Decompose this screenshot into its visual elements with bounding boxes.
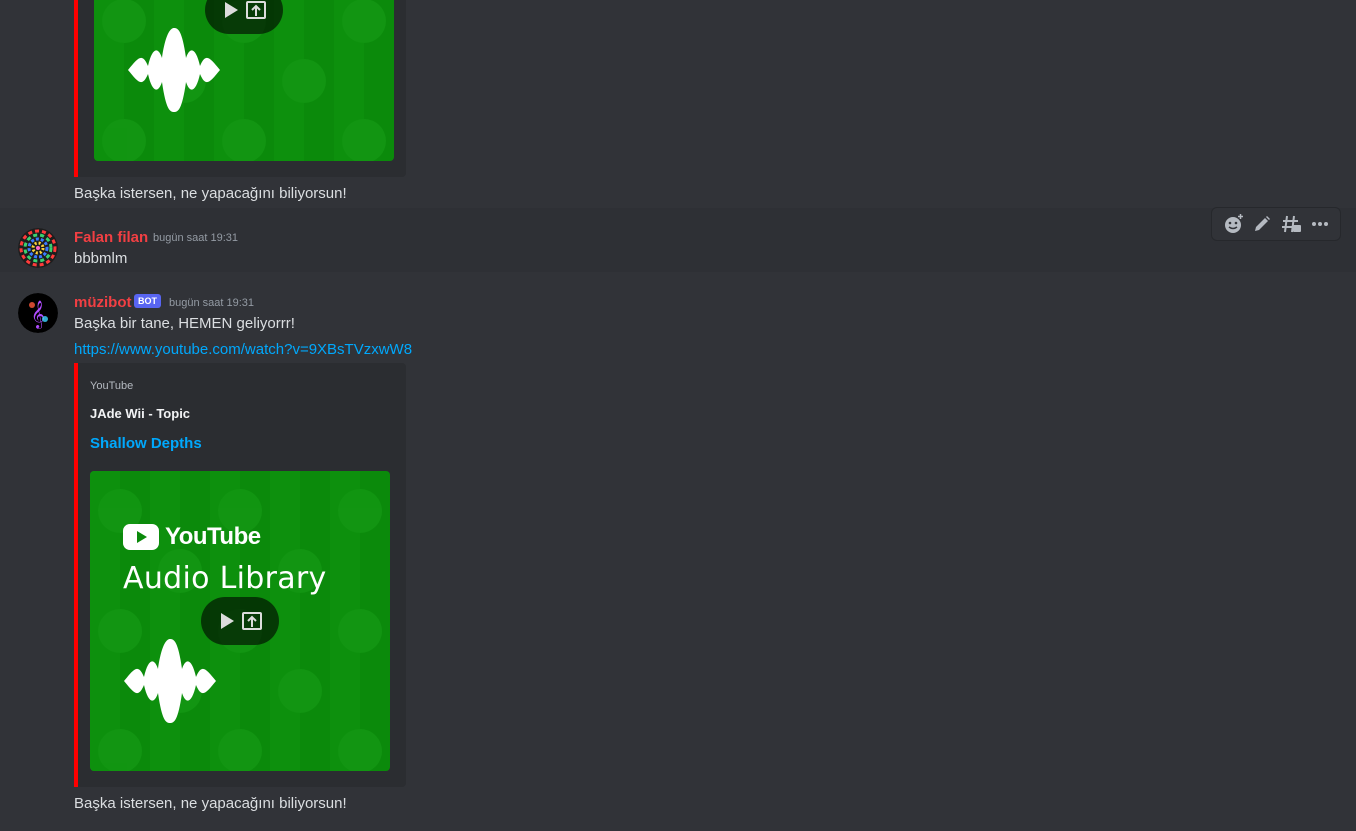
embed-thumbnail[interactable]: [94, 0, 394, 161]
message-content: Başka bir tane, HEMEN geliyorrr!: [74, 315, 295, 332]
create-thread-button[interactable]: [1279, 212, 1303, 236]
more-button[interactable]: [1308, 212, 1332, 236]
edit-button[interactable]: [1250, 212, 1274, 236]
message-list: Başka istersen, ne yapacağını biliyorsun…: [0, 0, 1356, 831]
bot-username[interactable]: müzibot: [74, 294, 132, 311]
play-icon: [225, 2, 238, 18]
bot-tag: BOT: [134, 294, 161, 308]
add-reaction-icon: [1224, 214, 1243, 233]
more-icon: [1311, 222, 1328, 226]
top-followup-text: Başka istersen, ne yapacağını biliyorsun…: [74, 185, 347, 202]
message-link-wrapper: https://www.youtube.com/watch?v=9XBsTVzx…: [74, 341, 412, 358]
youtube-logo: YouTube: [123, 523, 261, 551]
open-external-icon: [246, 1, 266, 19]
avatar[interactable]: [18, 228, 58, 268]
embed-title[interactable]: Shallow Depths: [90, 435, 202, 452]
username[interactable]: Falan filan: [74, 229, 148, 246]
audio-wave-icon: [128, 28, 220, 112]
audio-library-text: Audio Library: [123, 561, 327, 596]
message-content: bbbmlm: [74, 250, 128, 267]
create-thread-icon: [1281, 215, 1301, 233]
youtube-link[interactable]: https://www.youtube.com/watch?v=9XBsTVzx…: [74, 341, 412, 358]
embed-provider[interactable]: YouTube: [90, 380, 133, 392]
embed-author[interactable]: JAde Wii - Topic: [90, 406, 190, 421]
top-embed: [74, 0, 406, 177]
play-icon: [221, 613, 234, 629]
play-button[interactable]: [201, 597, 279, 645]
followup-text: Başka istersen, ne yapacağını biliyorsun…: [74, 795, 347, 812]
message-toolbar: [1211, 207, 1341, 241]
audio-wave-icon: [124, 639, 216, 723]
edit-icon: [1254, 216, 1270, 231]
youtube-play-logo-icon: [123, 524, 159, 550]
youtube-embed: YouTube JAde Wii - Topic Shallow Depths: [74, 363, 406, 787]
add-reaction-button[interactable]: [1221, 212, 1245, 236]
timestamp: bugün saat 19:31: [153, 232, 239, 244]
youtube-wordmark: YouTube: [165, 523, 261, 550]
embed-thumbnail[interactable]: YouTube Audio Library: [90, 471, 390, 771]
timestamp: bugün saat 19:31: [169, 297, 255, 309]
open-external-icon: [242, 612, 262, 630]
bot-avatar[interactable]: 𝄞: [18, 293, 58, 333]
